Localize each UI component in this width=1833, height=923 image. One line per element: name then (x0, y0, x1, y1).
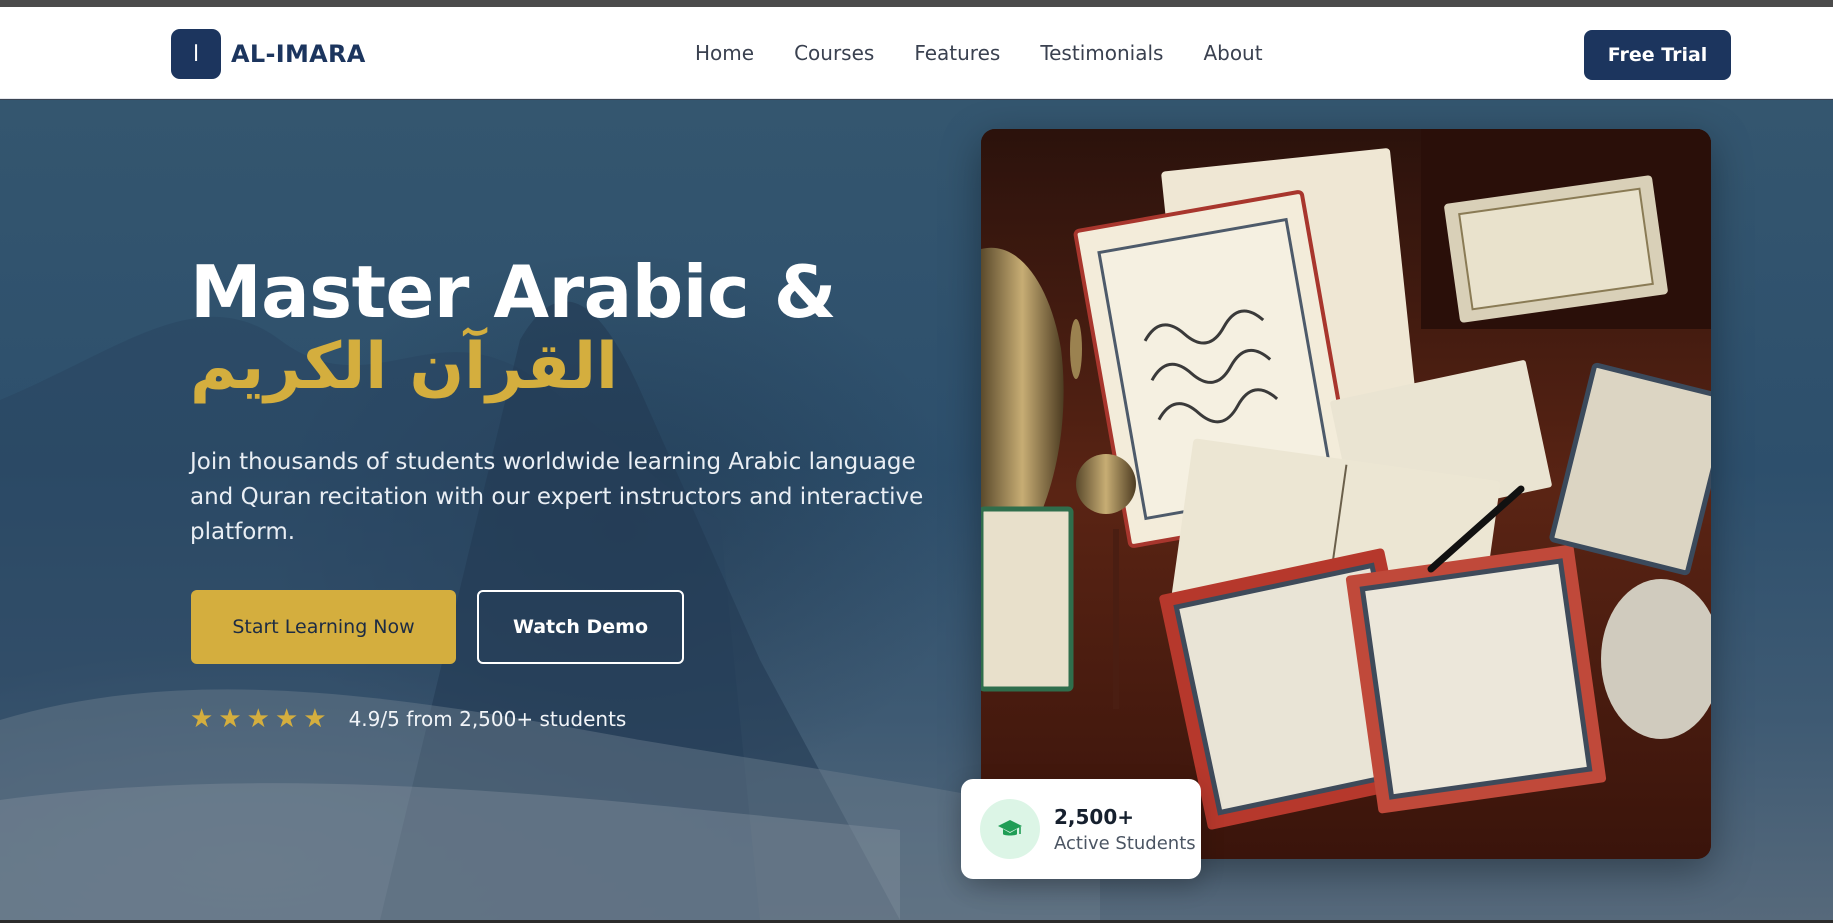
rating-text: 4.9/5 from 2,500+ students (348, 707, 627, 731)
hero-section: Master Arabic & القرآن الكريم Join thous… (0, 100, 1833, 920)
hero-title: Master Arabic & (190, 250, 836, 334)
nav-item-features[interactable]: Features (914, 41, 1000, 65)
free-trial-button[interactable]: Free Trial (1584, 30, 1731, 80)
start-learning-button[interactable]: Start Learning Now (191, 590, 456, 664)
main-nav: Home Courses Features Testimonials About (695, 41, 1263, 65)
stat-value: 2,500+ (1054, 804, 1135, 829)
watch-demo-button[interactable]: Watch Demo (477, 590, 684, 664)
nav-item-testimonials[interactable]: Testimonials (1040, 41, 1163, 65)
nav-item-courses[interactable]: Courses (794, 41, 874, 65)
stat-label: Active Students (1054, 832, 1196, 854)
books-illustration (981, 129, 1711, 859)
site-header: ا AL-IMARA Home Courses Features Testimo… (0, 7, 1833, 99)
brand-name: AL-IMARA (231, 40, 366, 68)
active-students-card: 2,500+ Active Students (961, 779, 1201, 879)
window-top-strip (0, 0, 1833, 7)
brand-logo[interactable]: ا AL-IMARA (171, 29, 366, 79)
star-icon: ★ (190, 704, 214, 734)
hero-subtitle: Join thousands of students worldwide lea… (190, 449, 924, 545)
graduation-cap-icon (980, 799, 1040, 859)
star-icon: ★ (246, 704, 270, 734)
nav-item-home[interactable]: Home (695, 41, 754, 65)
nav-item-about[interactable]: About (1203, 41, 1262, 65)
rating-summary: ★ ★ ★ ★ ★ 4.9/5 from 2,500+ students (190, 706, 626, 732)
star-icon: ★ (274, 704, 299, 734)
hero-image-quran-books (981, 129, 1711, 859)
star-icon: ★ (218, 704, 242, 734)
brand-mark-icon: ا (171, 29, 221, 79)
hero-title-arabic: القرآن الكريم (190, 330, 618, 404)
star-icon: ★ (303, 704, 327, 734)
star-rating: ★ ★ ★ ★ ★ (190, 706, 327, 732)
